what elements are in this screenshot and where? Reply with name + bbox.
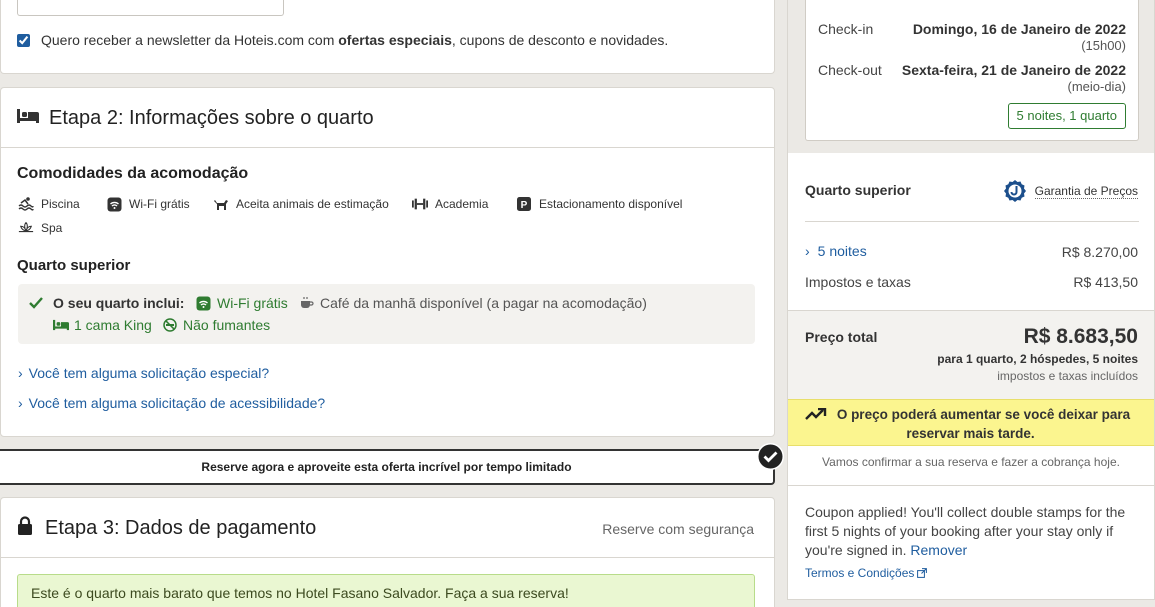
amenity-pets: Aceita animais de estimação — [213, 196, 389, 212]
remove-coupon-link[interactable]: Remover — [910, 542, 967, 558]
pool-icon — [18, 196, 34, 212]
step2-title: Etapa 2: Informações sobre o quarto — [49, 107, 374, 129]
room-title: Quarto superior — [17, 257, 131, 274]
coupon-message: Coupon applied! You'll collect double st… — [805, 504, 1126, 558]
special-request-link[interactable]: Você tem alguma solicitação especial? — [29, 365, 269, 381]
limited-offer-banner: Reserve agora e aproveite esta oferta in… — [0, 449, 775, 485]
checkout-date: Sexta-feira, 21 de Janeiro de 2022 — [901, 62, 1126, 78]
chevron-right-icon: › — [18, 365, 23, 381]
pet-icon — [213, 196, 229, 212]
price-guarantee[interactable]: Garantia de Preços — [1003, 179, 1138, 203]
amenity-label: Academia — [435, 197, 489, 211]
spa-icon — [18, 220, 34, 236]
amenity-spa: Spa — [18, 220, 62, 236]
terms-link[interactable]: Termos e Condições — [805, 566, 914, 580]
step2-card: Etapa 2: Informações sobre o quarto Como… — [0, 87, 775, 437]
lock-icon — [17, 516, 33, 536]
price-guarantee-icon — [1003, 179, 1027, 203]
included-non-smoking: Não fumantes — [183, 317, 271, 333]
amenities-title: Comodidades da acomodação — [17, 165, 249, 182]
step2-header: Etapa 2: Informações sobre o quarto — [1, 88, 774, 148]
checkin-label: Check-in — [818, 21, 874, 37]
total-label: Preço total — [805, 329, 878, 345]
checkin-time: (15h00) — [1081, 38, 1126, 53]
dates-box: Check-in Domingo, 16 de Janeiro de 2022 … — [805, 0, 1139, 141]
step3-header: Etapa 3: Dados de pagamento Reserve com … — [1, 498, 774, 558]
secure-booking-label: Reserve com segurança — [602, 521, 754, 537]
no-smoking-icon — [163, 318, 177, 332]
amenity-gym: Academia — [412, 196, 488, 212]
nights-link[interactable]: 5 noites — [818, 243, 867, 259]
amenity-wifi: Wi-Fi grátis — [106, 196, 190, 212]
nights-price: R$ 8.270,00 — [1061, 244, 1138, 260]
newsletter-checkbox-row[interactable]: Quero receber a newsletter da Hoteis.com… — [17, 32, 668, 48]
taxes-price: R$ 413,50 — [1073, 274, 1138, 290]
included-breakfast: Café da manhã disponível (a pagar na aco… — [320, 295, 647, 311]
bed-icon — [53, 319, 69, 331]
cheapest-room-notice: Este é o quarto mais barato que temos no… — [17, 574, 755, 607]
price-alert: O preço poderá aumentar se você deixar p… — [788, 399, 1154, 446]
nights-badge: 5 noites, 1 quarto — [1007, 103, 1126, 129]
checkin-date: Domingo, 16 de Janeiro de 2022 — [912, 21, 1126, 37]
external-link-icon — [917, 568, 928, 578]
amenity-pool: Piscina — [18, 196, 80, 212]
special-request-toggle[interactable]: › Você tem alguma solicitação especial? — [18, 365, 269, 381]
amenity-label: Wi-Fi grátis — [129, 197, 190, 211]
total-note: impostos e taxas incluídos — [997, 369, 1138, 383]
limited-offer-text: Reserve agora e aproveite esta oferta in… — [201, 460, 572, 474]
total-detail: para 1 quarto, 2 hóspedes, 5 noites — [937, 352, 1138, 366]
terms-link-row[interactable]: Termos e Condições — [805, 566, 928, 580]
check-icon — [29, 297, 43, 309]
total-price: R$ 8.683,50 — [1023, 325, 1138, 348]
divider — [788, 485, 1154, 486]
previous-input-field[interactable] — [17, 0, 284, 16]
checkout-time: (meio-dia) — [1067, 79, 1126, 94]
wifi-icon — [196, 296, 211, 311]
accessibility-request-link[interactable]: Você tem alguma solicitação de acessibil… — [29, 395, 326, 411]
step3-title: Etapa 3: Dados de pagamento — [45, 517, 317, 539]
checkout-label: Check-out — [818, 62, 882, 78]
newsletter-checkbox[interactable] — [17, 33, 30, 47]
booking-summary: Check-in Domingo, 16 de Janeiro de 2022 … — [787, 0, 1155, 600]
coffee-icon — [299, 296, 314, 310]
newsletter-text: Quero receber a newsletter da Hoteis.com… — [41, 32, 669, 48]
divider — [805, 221, 1139, 222]
total-section: Preço total R$ 8.683,50 para 1 quarto, 2… — [788, 310, 1154, 399]
amenity-label: Spa — [41, 221, 63, 235]
nights-price-toggle[interactable]: › 5 noites — [805, 243, 867, 259]
room-includes-box: O seu quarto inclui: Wi-Fi grátis Café d… — [18, 284, 755, 344]
wifi-icon — [106, 196, 122, 212]
trending-up-icon — [805, 408, 827, 421]
chevron-right-icon: › — [805, 243, 810, 259]
amenity-parking: P Estacionamento disponível — [516, 196, 682, 212]
price-guarantee-label[interactable]: Garantia de Preços — [1034, 184, 1138, 199]
contact-card: Quero receber a newsletter da Hoteis.com… — [0, 0, 775, 74]
included-wifi: Wi-Fi grátis — [217, 295, 288, 311]
summary-room-name: Quarto superior — [805, 182, 911, 198]
gym-icon — [412, 196, 428, 212]
svg-text:P: P — [521, 200, 528, 211]
chevron-right-icon: › — [18, 395, 23, 411]
check-circle-icon — [757, 443, 784, 470]
parking-icon: P — [516, 196, 532, 212]
accessibility-request-toggle[interactable]: › Você tem alguma solicitação de acessib… — [18, 395, 325, 411]
price-alert-text: O preço poderá aumentar se você deixar p… — [836, 407, 1131, 441]
includes-label: O seu quarto inclui: — [53, 295, 185, 311]
amenity-label: Aceita animais de estimação — [236, 197, 389, 211]
amenity-label: Estacionamento disponível — [539, 197, 683, 211]
step3-card: Etapa 3: Dados de pagamento Reserve com … — [0, 497, 775, 607]
amenity-label: Piscina — [41, 197, 80, 211]
confirm-note: Vamos confirmar a sua reserva e fazer a … — [822, 455, 1120, 469]
bed-icon — [17, 108, 39, 124]
taxes-label: Impostos e taxas — [805, 274, 911, 290]
included-bed: 1 cama King — [74, 317, 152, 333]
